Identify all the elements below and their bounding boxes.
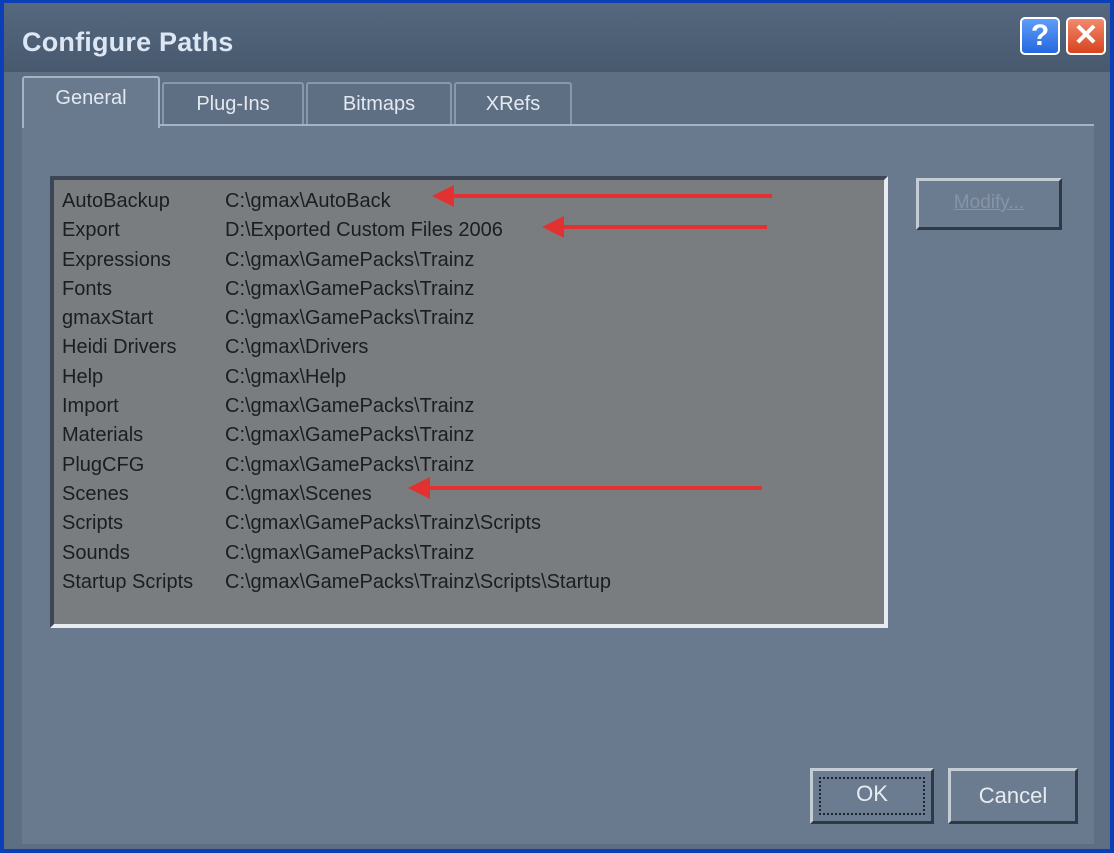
general-tab-panel: AutoBackup C:\gmax\AutoBack Export D:\Ex…	[22, 124, 1094, 844]
paths-list[interactable]: AutoBackup C:\gmax\AutoBack Export D:\Ex…	[50, 176, 888, 628]
configure-paths-dialog: Configure Paths ? ✕ General Plug-Ins Bit…	[0, 0, 1114, 853]
path-value: C:\gmax\GamePacks\Trainz\Scripts\Startup	[225, 570, 612, 593]
path-row-export[interactable]: Export D:\Exported Custom Files 2006	[62, 217, 884, 246]
path-value: C:\gmax\Scenes	[225, 482, 372, 505]
path-row-startup-scripts[interactable]: Startup Scripts C:\gmax\GamePacks\Trainz…	[62, 569, 884, 598]
path-value: C:\gmax\Help	[225, 365, 347, 388]
path-value: C:\gmax\GamePacks\Trainz	[225, 277, 475, 300]
path-row-fonts[interactable]: Fonts C:\gmax\GamePacks\Trainz	[62, 276, 884, 305]
path-name: Fonts	[62, 277, 113, 300]
path-row-help[interactable]: Help C:\gmax\Help	[62, 364, 884, 393]
path-row-sounds[interactable]: Sounds C:\gmax\GamePacks\Trainz	[62, 540, 884, 569]
path-name: Export	[62, 219, 120, 242]
path-name: Scripts	[62, 512, 124, 535]
path-name: Sounds	[62, 541, 130, 564]
path-name: Heidi Drivers	[62, 336, 177, 359]
path-value: D:\Exported Custom Files 2006	[225, 219, 503, 242]
ok-button[interactable]: OK	[810, 768, 934, 824]
path-value: C:\gmax\AutoBack	[225, 190, 391, 212]
focus-rectangle	[819, 777, 925, 815]
annotation-arrow-export	[542, 216, 767, 238]
tab-bitmaps[interactable]: Bitmaps	[306, 82, 452, 124]
path-name: gmaxStart	[62, 307, 154, 330]
path-value: C:\gmax\GamePacks\Trainz	[225, 248, 475, 271]
path-value: C:\gmax\Drivers	[225, 336, 369, 359]
path-row-materials[interactable]: Materials C:\gmax\GamePacks\Trainz	[62, 422, 884, 451]
help-button[interactable]: ?	[1020, 17, 1060, 55]
path-row-heidi-drivers[interactable]: Heidi Drivers C:\gmax\Drivers	[62, 334, 884, 363]
path-value: C:\gmax\GamePacks\Trainz	[225, 307, 475, 330]
path-value: C:\gmax\GamePacks\Trainz	[225, 453, 475, 476]
path-value: C:\gmax\GamePacks\Trainz	[225, 395, 475, 418]
annotation-arrow-scenes	[408, 477, 762, 499]
path-value: C:\gmax\GamePacks\Trainz\Scripts	[225, 512, 542, 535]
path-name: Import	[62, 395, 119, 418]
path-name: PlugCFG	[62, 453, 145, 476]
tab-plug-ins[interactable]: Plug-Ins	[162, 82, 304, 124]
path-name: Startup Scripts	[62, 570, 194, 593]
annotation-arrow-autobackup	[432, 185, 772, 207]
tab-general[interactable]: General	[22, 76, 160, 128]
tab-xrefs[interactable]: XRefs	[454, 82, 572, 124]
path-row-expressions[interactable]: Expressions C:\gmax\GamePacks\Trainz	[62, 247, 884, 276]
path-value: C:\gmax\GamePacks\Trainz	[225, 541, 475, 564]
path-name: Expressions	[62, 248, 171, 271]
path-name: Help	[62, 365, 104, 388]
path-row-autobackup[interactable]: AutoBackup C:\gmax\AutoBack	[62, 188, 884, 217]
modify-button-label: Modify...	[953, 192, 1025, 213]
path-row-import[interactable]: Import C:\gmax\GamePacks\Trainz	[62, 393, 884, 422]
path-row-scripts[interactable]: Scripts C:\gmax\GamePacks\Trainz\Scripts	[62, 510, 884, 539]
path-row-gmaxstart[interactable]: gmaxStart C:\gmax\GamePacks\Trainz	[62, 305, 884, 334]
dialog-title: Configure Paths	[22, 27, 234, 57]
path-name: Materials	[62, 424, 144, 447]
modify-button[interactable]: Modify...	[916, 178, 1062, 230]
path-value: C:\gmax\GamePacks\Trainz	[225, 424, 475, 447]
path-row-plugcfg[interactable]: PlugCFG C:\gmax\GamePacks\Trainz	[62, 452, 884, 481]
title-bar[interactable]: Configure Paths ? ✕	[4, 0, 1110, 72]
close-button[interactable]: ✕	[1066, 17, 1106, 55]
path-name: Scenes	[62, 482, 129, 505]
cancel-button[interactable]: Cancel	[948, 768, 1078, 824]
path-name: AutoBackup	[62, 190, 170, 212]
